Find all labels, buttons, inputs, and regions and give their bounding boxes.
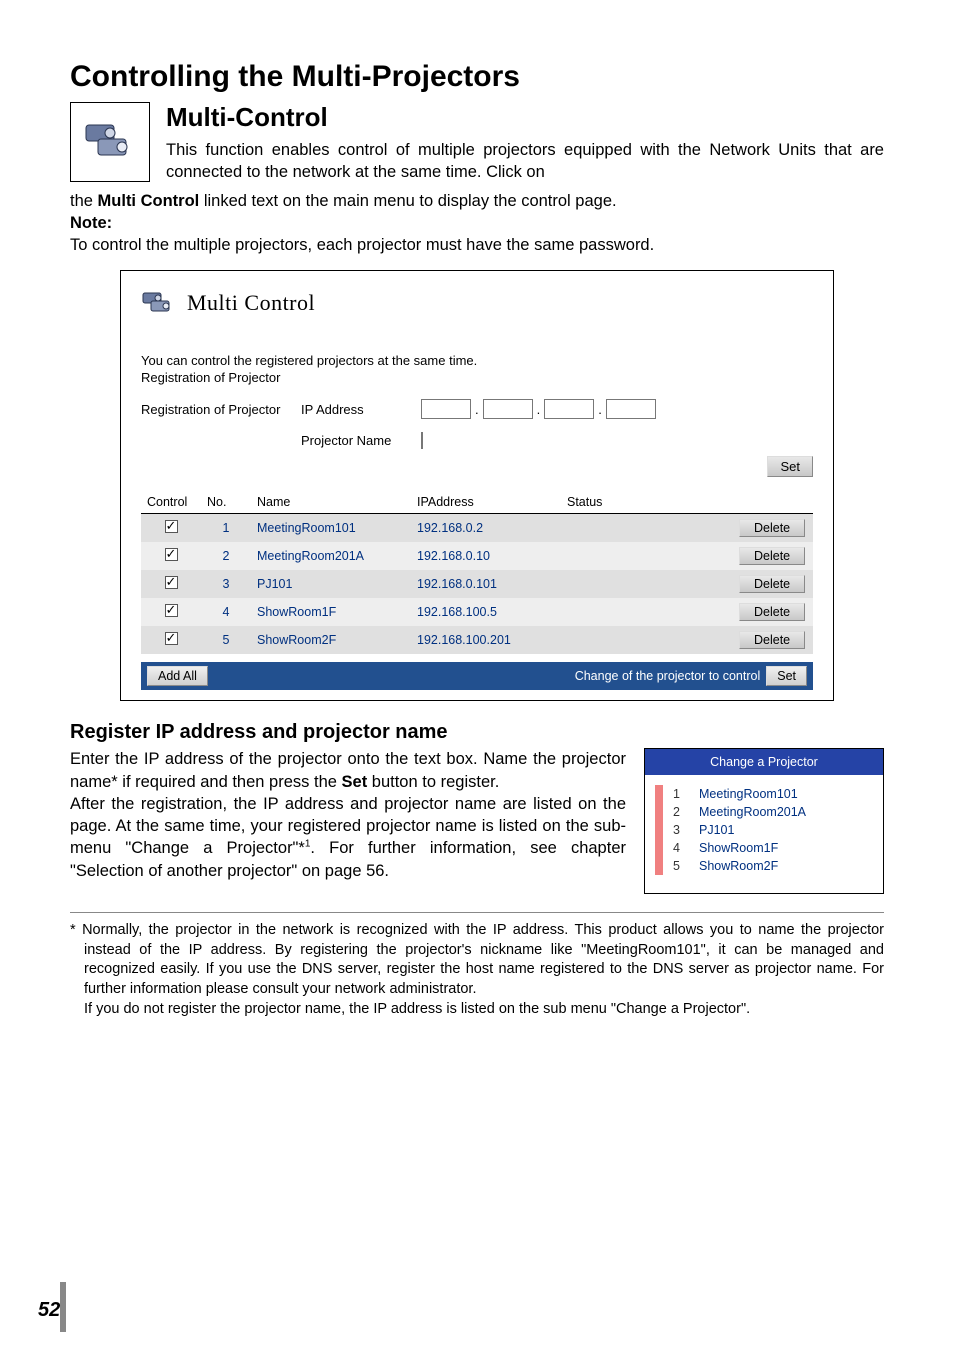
th-action (733, 491, 813, 514)
list-item: 2 MeetingRoom201A (673, 803, 873, 821)
divider (70, 912, 884, 913)
row-name[interactable]: ShowRoom1F (251, 598, 411, 626)
row-ip: 192.168.0.10 (411, 542, 561, 570)
page-title: Controlling the Multi-Projectors (70, 60, 884, 94)
th-ip: IPAddress (411, 491, 561, 514)
row-ip: 192.168.100.201 (411, 626, 561, 654)
submenu-link[interactable]: PJ101 (699, 823, 734, 837)
th-status: Status (561, 491, 733, 514)
ip-octet-3[interactable] (544, 399, 594, 419)
th-control: Control (141, 491, 201, 514)
table-row: 5 ShowRoom2F 192.168.100.201 Delete (141, 626, 813, 654)
multi-projector-small-icon (141, 289, 175, 317)
projector-name-label: Projector Name (301, 433, 411, 448)
change-projector-label: Change of the projector to control (575, 669, 761, 683)
ip-octet-2[interactable] (483, 399, 533, 419)
submenu-link[interactable]: MeetingRoom201A (699, 805, 806, 819)
register-text: Enter the IP address of the projector on… (70, 748, 626, 882)
footnote: * Normally, the projector in the network… (70, 921, 884, 1019)
delete-button[interactable]: Delete (739, 547, 805, 565)
submenu-header: Change a Projector (645, 749, 883, 775)
table-row: 1 MeetingRoom101 192.168.0.2 Delete (141, 514, 813, 543)
note-body: To control the multiple projectors, each… (70, 234, 884, 256)
row-no: 1 (201, 514, 251, 543)
row-name[interactable]: PJ101 (251, 570, 411, 598)
control-checkbox[interactable] (165, 520, 178, 533)
table-row: 2 MeetingRoom201A 192.168.0.10 Delete (141, 542, 813, 570)
list-item: 4 ShowRoom1F (673, 839, 873, 857)
set-button[interactable]: Set (767, 456, 813, 477)
row-ip: 192.168.100.5 (411, 598, 561, 626)
control-checkbox[interactable] (165, 604, 178, 617)
row-ip: 192.168.0.101 (411, 570, 561, 598)
row-name[interactable]: MeetingRoom101 (251, 514, 411, 543)
change-projector-submenu: Change a Projector 1 MeetingRoom101 2 Me… (644, 748, 884, 894)
projector-table: Control No. Name IPAddress Status 1 Meet… (141, 491, 813, 654)
control-checkbox[interactable] (165, 548, 178, 561)
row-ip: 192.168.0.2 (411, 514, 561, 543)
ip-address-inputs: . . . (421, 399, 656, 419)
row-name[interactable]: ShowRoom2F (251, 626, 411, 654)
table-row: 3 PJ101 192.168.0.101 Delete (141, 570, 813, 598)
page-number: 52 (38, 1299, 60, 1322)
projector-name-input[interactable] (421, 432, 423, 449)
row-no: 5 (201, 626, 251, 654)
th-name: Name (251, 491, 411, 514)
ip-address-label: IP Address (301, 402, 411, 417)
register-heading: Register IP address and projector name (70, 721, 884, 744)
panel-title: Multi Control (187, 290, 315, 316)
multi-projector-icon (70, 102, 150, 182)
submenu-link[interactable]: MeetingRoom101 (699, 787, 798, 801)
list-item: 1 MeetingRoom101 (673, 785, 873, 803)
page-tab (60, 1282, 66, 1332)
intro-text-b: the Multi Control linked text on the mai… (70, 190, 884, 212)
panel-subhead: Registration of Projector (141, 370, 813, 385)
note-label: Note: (70, 214, 112, 232)
row-no: 2 (201, 542, 251, 570)
list-item: 5 ShowRoom2F (673, 857, 873, 875)
multi-control-panel: Multi Control You can control the regist… (120, 270, 834, 701)
submenu-stripe (655, 785, 663, 875)
th-no: No. (201, 491, 251, 514)
row-name[interactable]: MeetingRoom201A (251, 542, 411, 570)
delete-button[interactable]: Delete (739, 603, 805, 621)
control-checkbox[interactable] (165, 576, 178, 589)
submenu-link[interactable]: ShowRoom2F (699, 859, 778, 873)
section-title: Multi-Control (166, 102, 884, 133)
panel-footer: Add All Change of the projector to contr… (141, 662, 813, 690)
delete-button[interactable]: Delete (739, 575, 805, 593)
row-no: 3 (201, 570, 251, 598)
ip-octet-4[interactable] (606, 399, 656, 419)
delete-button[interactable]: Delete (739, 631, 805, 649)
control-checkbox[interactable] (165, 632, 178, 645)
submenu-link[interactable]: ShowRoom1F (699, 841, 778, 855)
delete-button[interactable]: Delete (739, 519, 805, 537)
registration-label: Registration of Projector (141, 402, 291, 417)
intro-text-a: This function enables control of multipl… (166, 139, 884, 184)
add-all-button[interactable]: Add All (147, 666, 208, 686)
table-row: 4 ShowRoom1F 192.168.100.5 Delete (141, 598, 813, 626)
change-set-button[interactable]: Set (766, 666, 807, 686)
panel-desc: You can control the registered projector… (141, 353, 813, 368)
ip-octet-1[interactable] (421, 399, 471, 419)
list-item: 3 PJ101 (673, 821, 873, 839)
row-no: 4 (201, 598, 251, 626)
